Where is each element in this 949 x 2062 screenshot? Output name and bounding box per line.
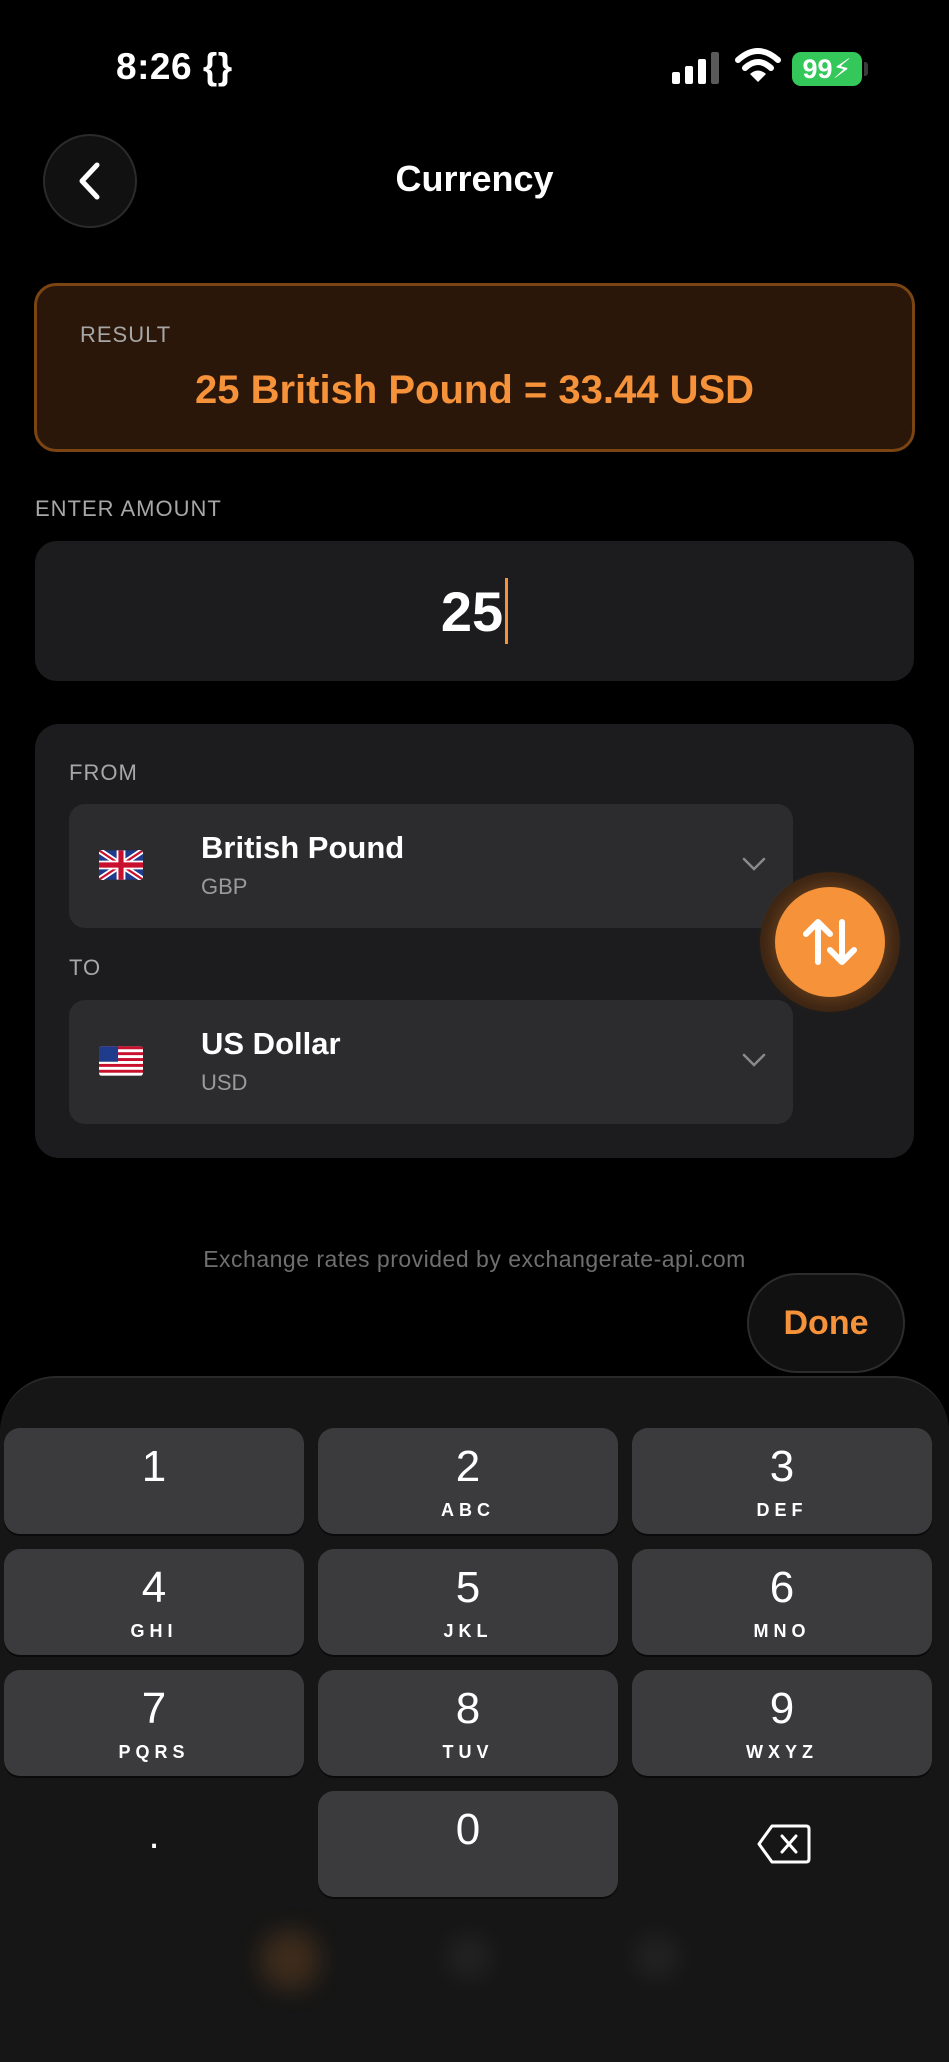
key-digit: 6 bbox=[769, 1563, 795, 1612]
key-letters: ABC bbox=[441, 1500, 495, 1520]
from-currency-name: British Pound bbox=[201, 830, 405, 865]
key-2[interactable]: 2 ABC bbox=[318, 1428, 618, 1534]
key-letters: PQRS bbox=[118, 1742, 190, 1762]
to-currency-name: US Dollar bbox=[201, 1026, 341, 1061]
chevron-down-icon bbox=[742, 1053, 766, 1067]
page-title: Currency bbox=[395, 158, 554, 199]
key-letters: MNO bbox=[753, 1621, 811, 1641]
key-digit: 2 bbox=[455, 1442, 481, 1491]
battery-level: 99 bbox=[802, 53, 833, 84]
from-label: FROM bbox=[69, 760, 138, 785]
key-letters: GHI bbox=[130, 1621, 178, 1641]
key-1[interactable]: 1 bbox=[4, 1428, 304, 1534]
key-backspace[interactable] bbox=[632, 1791, 932, 1897]
key-letters: TUV bbox=[442, 1742, 494, 1762]
key-7[interactable]: 7 PQRS bbox=[4, 1670, 304, 1776]
key-digit: 0 bbox=[455, 1805, 481, 1854]
key-9[interactable]: 9 WXYZ bbox=[632, 1670, 932, 1776]
key-digit: 1 bbox=[141, 1442, 167, 1491]
key-digit: 8 bbox=[455, 1684, 481, 1733]
battery-icon: 99 ⚡ bbox=[792, 52, 862, 86]
result-label: RESULT bbox=[80, 322, 172, 347]
battery-cap bbox=[864, 62, 868, 76]
from-currency-select[interactable]: British Pound GBP bbox=[69, 804, 793, 928]
swap-currencies-button[interactable] bbox=[775, 887, 885, 997]
key-5[interactable]: 5 JKL bbox=[318, 1549, 618, 1655]
amount-label: ENTER AMOUNT bbox=[35, 496, 222, 521]
from-currency-code: GBP bbox=[201, 874, 248, 899]
key-letters: DEF bbox=[756, 1500, 808, 1520]
to-currency-code: USD bbox=[201, 1070, 248, 1095]
key-letters: JKL bbox=[443, 1621, 493, 1641]
result-text: 25 British Pound = 33.44 USD bbox=[194, 368, 755, 412]
chevron-down-icon bbox=[742, 857, 766, 871]
background-glow bbox=[634, 1934, 680, 1980]
cellular-signal-icon bbox=[672, 52, 719, 84]
key-digit: 5 bbox=[455, 1563, 481, 1612]
result-card: RESULT 25 British Pound = 33.44 USD bbox=[34, 283, 915, 452]
key-decimal[interactable]: . bbox=[4, 1791, 304, 1897]
to-currency-select[interactable]: US Dollar USD bbox=[69, 1000, 793, 1124]
status-time: 8:26 {} bbox=[116, 46, 233, 87]
rates-attribution: Exchange rates provided by exchangerate-… bbox=[203, 1246, 746, 1272]
key-digit: 9 bbox=[769, 1684, 795, 1733]
numeric-keyboard: 1 2 ABC 3 DEF 4 GHI 5 JKL 6 MNO 7 PQRS 8… bbox=[0, 1376, 949, 2062]
background-glow bbox=[260, 1930, 320, 1990]
key-6[interactable]: 6 MNO bbox=[632, 1549, 932, 1655]
key-digit: 4 bbox=[141, 1563, 167, 1612]
key-digit: . bbox=[148, 1813, 160, 1857]
key-digit: 7 bbox=[141, 1684, 167, 1733]
wifi-icon bbox=[735, 48, 781, 82]
amount-value: 25 bbox=[440, 579, 504, 643]
key-3[interactable]: 3 DEF bbox=[632, 1428, 932, 1534]
text-caret bbox=[505, 578, 509, 644]
swap-arrows-icon bbox=[803, 919, 857, 965]
key-letters: WXYZ bbox=[746, 1742, 818, 1762]
key-8[interactable]: 8 TUV bbox=[318, 1670, 618, 1776]
done-button[interactable]: Done bbox=[747, 1273, 905, 1373]
key-0[interactable]: 0 bbox=[318, 1791, 618, 1897]
delete-backward-icon bbox=[757, 1824, 811, 1864]
uk-flag-icon bbox=[99, 850, 143, 880]
background-glow bbox=[446, 1934, 492, 1980]
amount-input[interactable]: 25 bbox=[35, 541, 914, 681]
us-flag-icon bbox=[99, 1046, 143, 1076]
key-4[interactable]: 4 GHI bbox=[4, 1549, 304, 1655]
key-digit: 3 bbox=[769, 1442, 795, 1491]
to-label: TO bbox=[69, 955, 102, 980]
